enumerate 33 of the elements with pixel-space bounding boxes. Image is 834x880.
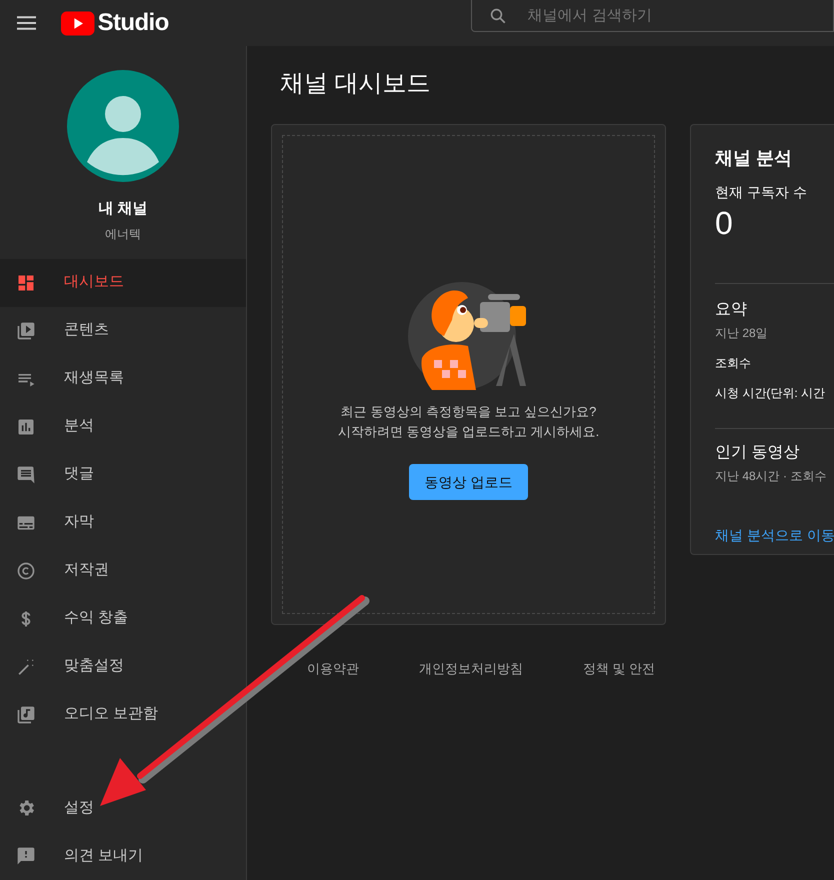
footer-link[interactable]: 개인정보처리방침 [419,659,523,678]
popular-title: 인기 동영상 [715,443,800,463]
analytics-link[interactable]: 채널 분석으로 이동 [715,525,834,546]
card-title: 채널 분석 [715,147,794,170]
copyright-icon [16,560,36,580]
search-icon [488,7,507,25]
summary-period: 지난 28일 [715,325,769,342]
video-library-icon [16,320,36,340]
play-logo-icon [61,10,95,36]
summary-title: 요약 [715,300,748,320]
bar-chart-icon [16,416,36,436]
sidebar-item[interactable]: 대시보드 [0,258,246,306]
footer-link[interactable]: 이용약관 [307,659,359,678]
channel-subtitle: 에너텍 [105,226,141,242]
subscribers-label: 현재 구독자 수 [715,183,808,202]
metric-label: 시청 시간(단위: 시간 [715,385,826,402]
footer-link[interactable]: 정책 및 안전 [583,659,656,678]
dashboard-icon [16,272,36,292]
logo-text: Studio [98,8,169,38]
music-library-icon [16,704,36,724]
upload-video-button[interactable]: 동영상 업로드 [408,464,528,500]
popular-period: 지난 48시간 · 조회수 [715,468,828,485]
search-field[interactable]: 채널에서 검색하기 [470,0,834,32]
channel-name: 내 채널 [98,199,148,219]
feedback-icon [16,846,36,866]
avatar-silhouette[interactable] [67,70,179,182]
magic-wand-icon [16,656,36,676]
page-title: 채널 대시보드 [279,69,432,99]
subscriber-count: 0 [715,204,734,243]
menu-icon[interactable] [17,15,36,31]
upload-prompt-text: 최근 동영상의 측정항목을 보고 싶으신가요? 시작하려면 동영상을 업로드하고 게시하세요. [338,403,600,441]
comment-icon [16,464,36,484]
metric-label: 조회수 [715,355,752,372]
